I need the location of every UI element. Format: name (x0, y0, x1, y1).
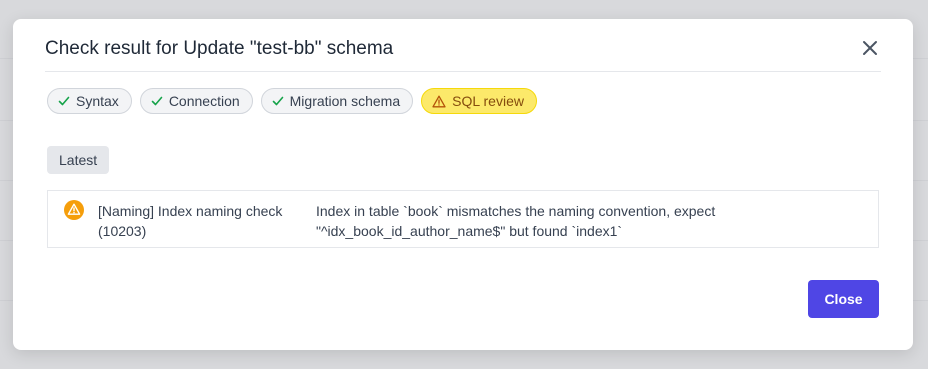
warning-triangle-icon (432, 95, 446, 107)
check-icon (58, 96, 70, 106)
check-result-dialog: Check result for Update "test-bb" schema… (13, 19, 913, 350)
latest-filter-button[interactable]: Latest (47, 146, 110, 174)
check-icon (272, 96, 283, 106)
warning-circle-icon (64, 200, 84, 220)
tab-migration-schema[interactable]: Migration schema (260, 88, 414, 114)
tab-label: Connection (168, 93, 240, 109)
close-button[interactable]: Close (808, 280, 879, 318)
tab-connection[interactable]: Connection (139, 88, 253, 114)
tab-syntax[interactable]: Syntax (47, 88, 132, 114)
result-message: Index in table `book` mismatches the nam… (316, 203, 716, 239)
tab-label: Syntax (76, 93, 119, 109)
close-icon[interactable] (861, 39, 879, 57)
check-icon (151, 96, 163, 106)
result-rule-title: [Naming] Index naming check (10203) (98, 203, 283, 239)
tab-label: SQL review (452, 93, 524, 109)
tab-sql-review[interactable]: SQL review (421, 88, 537, 114)
check-result-table: [Naming] Index naming check (10203) Inde… (47, 190, 879, 248)
check-tabs: Syntax Connection Migration schema SQL r… (47, 88, 537, 114)
dialog-title: Check result for Update "test-bb" schema (45, 38, 394, 59)
tab-label: Migration schema (289, 93, 401, 109)
dialog-header: Check result for Update "test-bb" schema (45, 19, 881, 72)
